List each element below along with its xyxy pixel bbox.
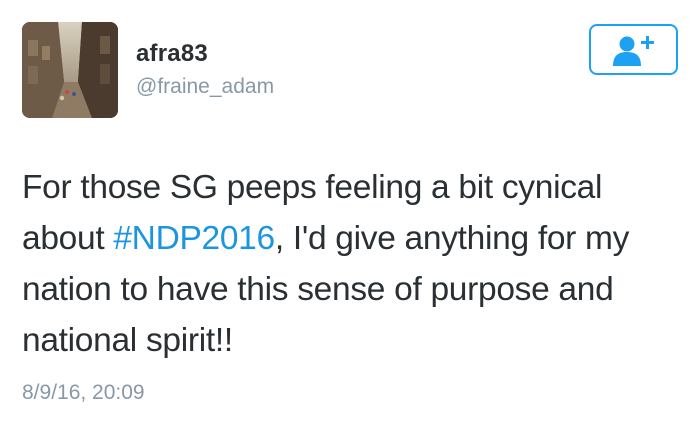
avatar-photo <box>22 22 118 118</box>
avatar[interactable] <box>22 22 118 118</box>
tweet-timestamp[interactable]: 8/9/16, 20:09 <box>22 380 145 406</box>
hashtag-link[interactable]: #NDP2016 <box>113 220 275 257</box>
add-user-icon <box>612 35 654 66</box>
tweet-text: For those SG peeps feeling a bit cynical… <box>22 162 687 366</box>
display-name[interactable]: afra83 <box>136 40 208 68</box>
user-handle[interactable]: @fraine_adam <box>136 74 274 100</box>
follow-button[interactable] <box>589 24 678 75</box>
